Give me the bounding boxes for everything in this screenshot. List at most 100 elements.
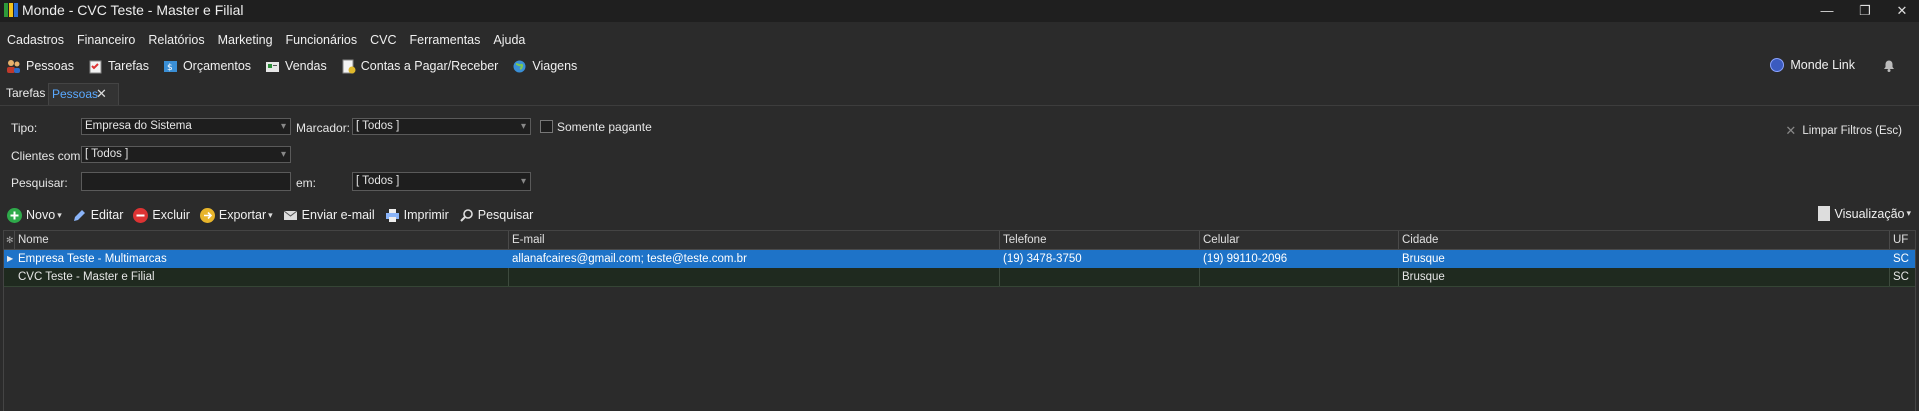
clientes-com-label: Clientes com:	[11, 149, 84, 163]
exportar-label: Exportar	[218, 208, 267, 222]
close-window-button[interactable]: ✕	[1886, 2, 1918, 20]
plus-icon	[7, 207, 22, 223]
clipboard-icon	[88, 59, 103, 74]
cell-uf[interactable]: SC	[1890, 268, 1915, 286]
pesquisar-action-label: Pesquisar	[477, 208, 534, 222]
minimize-button[interactable]: —	[1811, 2, 1843, 20]
cell-celular[interactable]	[1200, 268, 1399, 286]
menu-cadastros[interactable]: Cadastros	[0, 30, 70, 50]
chevron-down-icon: ▾	[57, 209, 62, 220]
clientes-com-select[interactable]: [ Todos ]	[81, 146, 291, 163]
column-header-celular[interactable]: Celular	[1200, 231, 1399, 249]
novo-button[interactable]: Novo ▾	[7, 207, 62, 223]
menu-ajuda[interactable]: Ajuda	[486, 30, 531, 50]
em-select[interactable]: [ Todos ]	[352, 172, 531, 191]
menu-bar: Cadastros Financeiro Relatórios Marketin…	[0, 30, 531, 50]
action-toolbar: Novo ▾ Editar Excluir Exportar ▾ Enviar e-…	[0, 205, 536, 225]
search-icon	[459, 208, 474, 223]
somente-pagante-checkbox[interactable]	[540, 120, 553, 133]
cell-email[interactable]	[509, 268, 1000, 286]
cell-celular[interactable]: (19) 99110-2096	[1200, 250, 1399, 268]
exportar-button[interactable]: Exportar ▾	[199, 207, 273, 223]
somente-pagante-label: Somente pagante	[557, 120, 652, 134]
enviar-email-label: Enviar e-mail	[301, 208, 375, 222]
editar-button[interactable]: Editar	[72, 208, 124, 223]
table-row[interactable]: CVC Teste - Master e Filial Brusque SC	[4, 268, 1915, 287]
tab-pessoas[interactable]: Pessoas	[48, 83, 120, 105]
pesquisar-label: Pesquisar:	[11, 176, 68, 190]
title-bar	[0, 0, 1919, 22]
quick-toolbar: Pessoas Tarefas $ Orçamentos Vendas Cont…	[0, 56, 585, 76]
column-header-nome[interactable]: Nome	[15, 231, 509, 249]
cell-cidade[interactable]: Brusque	[1399, 250, 1890, 268]
page-view-icon	[1817, 206, 1830, 221]
quick-pessoas-label: Pessoas	[26, 59, 74, 73]
clear-filters-button[interactable]: ✕ Limpar Filtros (Esc)	[1785, 123, 1902, 139]
column-header-telefone[interactable]: Telefone	[1000, 231, 1200, 249]
quick-orcamentos-button[interactable]: $ Orçamentos	[157, 59, 251, 74]
quick-tarefas-button[interactable]: Tarefas	[82, 59, 149, 74]
people-icon	[6, 59, 21, 74]
table-row[interactable]: ▶ Empresa Teste - Multimarcas allanafcai…	[4, 250, 1915, 268]
delete-icon	[133, 207, 149, 223]
current-row-indicator-icon: ▶	[7, 254, 14, 263]
imprimir-button[interactable]: Imprimir	[385, 208, 449, 223]
quick-vendas-label: Vendas	[285, 59, 327, 73]
bell-icon[interactable]	[1881, 57, 1897, 73]
quick-contas-label: Contas a Pagar/Receber	[360, 59, 499, 73]
column-header-cidade[interactable]: Cidade	[1399, 231, 1890, 249]
pesquisar-button[interactable]: Pesquisar	[459, 208, 534, 223]
menu-financeiro[interactable]: Financeiro	[70, 30, 141, 50]
row-selector-header-icon[interactable]: ✻	[4, 231, 15, 249]
excluir-label: Excluir	[152, 208, 190, 222]
clear-icon: ✕	[1785, 123, 1797, 138]
quick-viagens-button[interactable]: Viagens	[506, 59, 577, 74]
monde-link-icon	[1770, 58, 1785, 72]
tab-bar	[0, 83, 1919, 106]
editar-label: Editar	[90, 208, 124, 222]
tipo-select[interactable]: Empresa do Sistema	[81, 118, 291, 135]
cell-cidade[interactable]: Brusque	[1399, 268, 1890, 286]
budget-icon: $	[163, 59, 178, 74]
restore-button[interactable]: ❐	[1849, 2, 1881, 20]
tab-close-icon[interactable]: ✕	[96, 86, 107, 102]
chevron-down-icon: ▾	[1906, 208, 1911, 218]
cell-telefone[interactable]: (19) 3478-3750	[1000, 250, 1200, 268]
menu-funcionarios[interactable]: Funcionários	[279, 30, 364, 50]
accounts-icon	[341, 59, 356, 74]
column-header-email[interactable]: E-mail	[509, 231, 1000, 249]
menu-marketing[interactable]: Marketing	[211, 30, 279, 50]
enviar-email-button[interactable]: Enviar e-mail	[283, 208, 375, 223]
quick-pessoas-button[interactable]: Pessoas	[0, 59, 74, 74]
menu-relatorios[interactable]: Relatórios	[141, 30, 210, 50]
monde-link-button[interactable]: Monde Link	[1770, 58, 1855, 72]
quick-contas-button[interactable]: Contas a Pagar/Receber	[335, 59, 499, 74]
menu-ferramentas[interactable]: Ferramentas	[403, 30, 487, 50]
visualizacao-button[interactable]: Visualização ▾	[1817, 206, 1911, 221]
cell-nome[interactable]: Empresa Teste - Multimarcas	[15, 250, 509, 268]
quick-vendas-button[interactable]: Vendas	[259, 59, 327, 74]
tab-tarefas[interactable]: Tarefas	[2, 83, 50, 103]
cell-nome[interactable]: CVC Teste - Master e Filial	[15, 268, 509, 286]
novo-label: Novo	[26, 208, 56, 222]
column-header-uf[interactable]: UF	[1890, 231, 1915, 249]
menu-cvc[interactable]: CVC	[363, 30, 402, 50]
sales-icon	[265, 59, 280, 74]
imprimir-label: Imprimir	[403, 208, 449, 222]
cell-email[interactable]: allanafcaires@gmail.com; teste@teste.com…	[509, 250, 1000, 268]
cell-uf[interactable]: SC	[1890, 250, 1915, 268]
excluir-button[interactable]: Excluir	[133, 207, 190, 223]
quick-tarefas-label: Tarefas	[107, 59, 149, 73]
export-icon	[199, 207, 215, 223]
pesquisar-input[interactable]	[81, 172, 291, 191]
visualizacao-label: Visualização	[1834, 206, 1905, 221]
em-label: em:	[296, 176, 317, 190]
globe-icon	[512, 59, 527, 74]
people-grid: ✻ Nome E-mail Telefone Celular Cidade UF…	[3, 230, 1916, 411]
monde-link-label: Monde Link	[1790, 58, 1855, 72]
marcador-label: Marcador:	[296, 121, 351, 135]
chevron-down-icon: ▾	[268, 209, 273, 220]
window-title: Monde - CVC Teste - Master e Filial	[22, 2, 244, 18]
marcador-select[interactable]: [ Todos ]	[352, 118, 531, 135]
cell-telefone[interactable]	[1000, 268, 1200, 286]
